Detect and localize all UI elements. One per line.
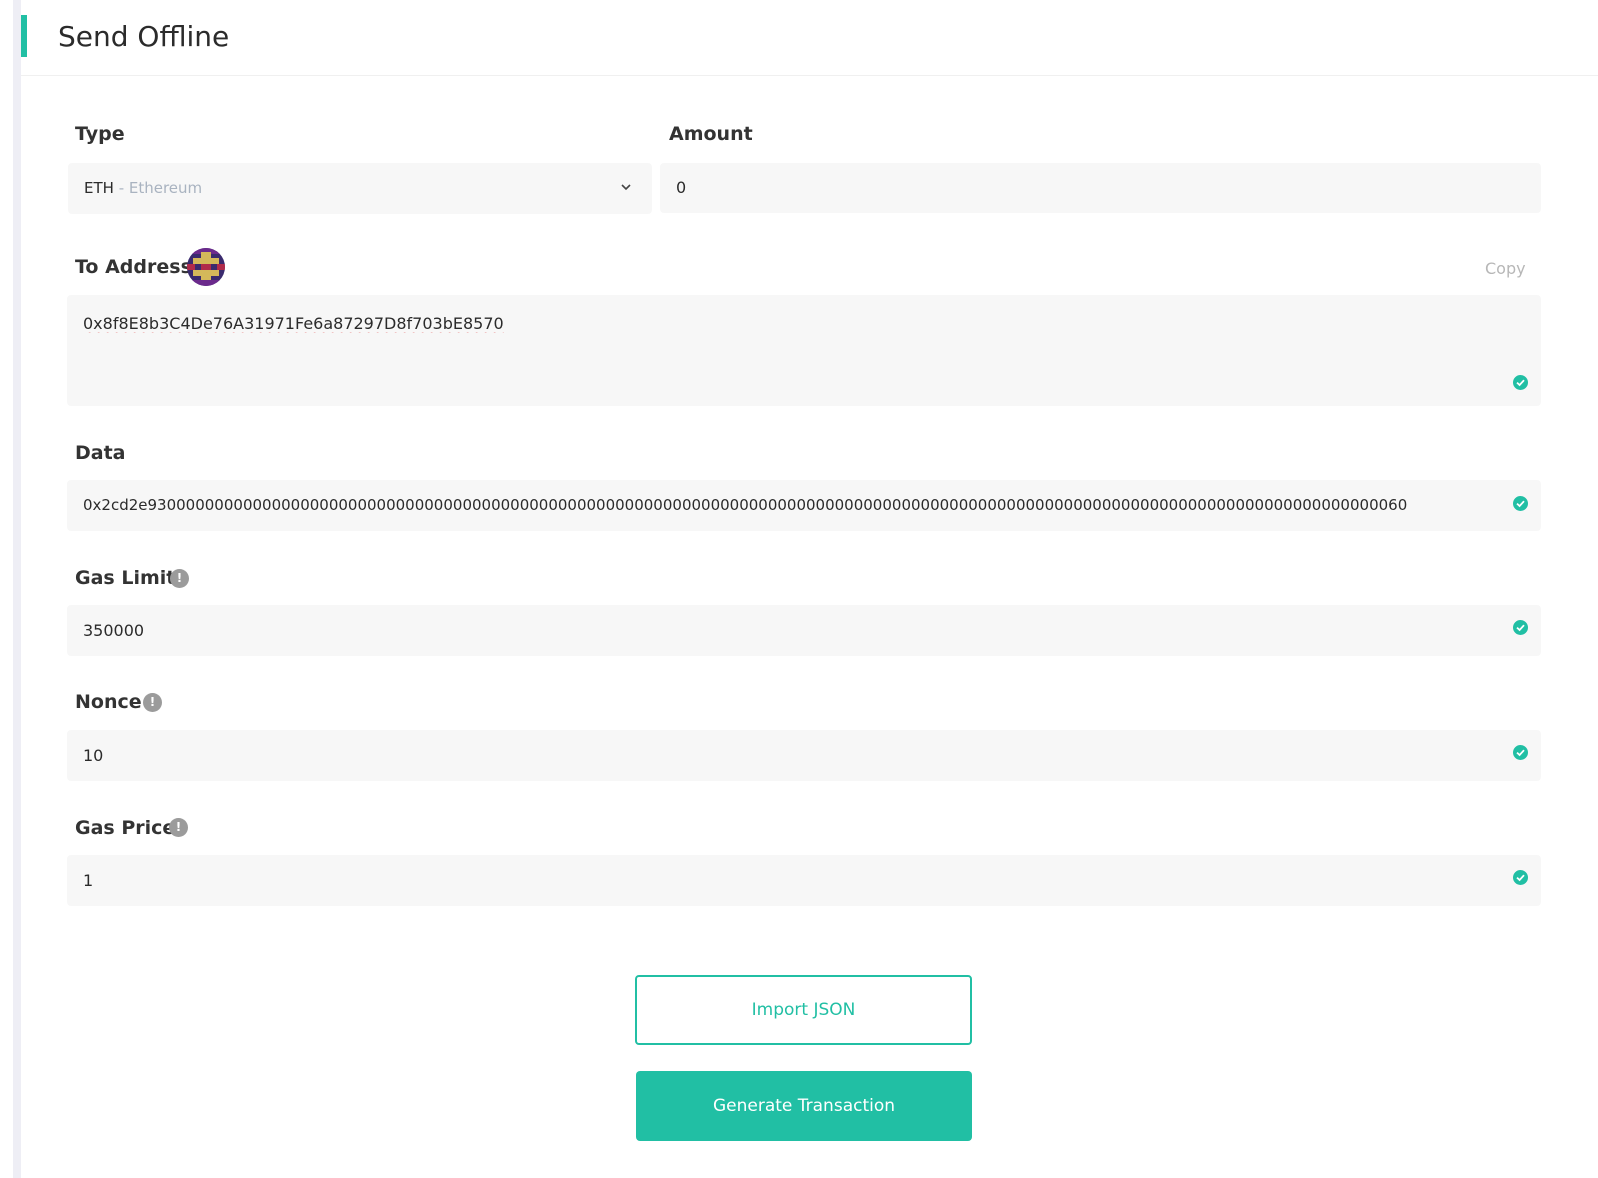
gas-limit-value: 350000 — [83, 621, 145, 640]
check-circle-icon — [1513, 375, 1528, 390]
page-header: Send Offline — [21, 0, 1598, 76]
nonce-label: Nonce — [75, 691, 142, 713]
info-icon[interactable]: ! — [169, 818, 188, 837]
check-circle-icon — [1513, 620, 1528, 635]
header-accent-bar — [21, 15, 27, 57]
info-icon[interactable]: ! — [143, 693, 162, 712]
gas-price-label: Gas Price — [75, 817, 176, 839]
gas-limit-label: Gas Limit — [75, 567, 176, 589]
type-symbol: ETH — [84, 179, 114, 197]
send-offline-page: Send Offline Type ETH - Ethereum Amount … — [21, 0, 1598, 1178]
to-address-label: To Address — [75, 256, 192, 278]
gas-price-input[interactable]: 1 — [67, 855, 1541, 906]
check-circle-icon — [1513, 745, 1528, 760]
nonce-value: 10 — [83, 746, 104, 765]
check-circle-icon — [1513, 496, 1528, 511]
to-address-input[interactable]: 0x8f8E8b3C4De76A31971Fe6a87297D8f703bE85… — [67, 295, 1541, 406]
data-label: Data — [75, 442, 126, 464]
type-select[interactable]: ETH - Ethereum — [68, 163, 652, 214]
import-json-button[interactable]: Import JSON — [635, 975, 972, 1045]
generate-transaction-button[interactable]: Generate Transaction — [636, 1071, 972, 1141]
chevron-down-icon — [621, 184, 631, 191]
check-circle-icon — [1513, 870, 1528, 885]
amount-label: Amount — [669, 123, 753, 145]
left-rail — [0, 0, 21, 1178]
address-identicon — [187, 248, 225, 286]
to-address-value: 0x8f8E8b3C4De76A31971Fe6a87297D8f703bE85… — [83, 314, 504, 333]
amount-input[interactable]: 0 — [660, 163, 1541, 213]
amount-value: 0 — [676, 178, 687, 197]
gas-limit-input[interactable]: 350000 — [67, 605, 1541, 656]
nonce-input[interactable]: 10 — [67, 730, 1541, 781]
copy-address-link[interactable]: Copy — [1485, 259, 1526, 278]
type-label: Type — [75, 123, 125, 145]
data-value: 0x2cd2e930000000000000000000000000000000… — [83, 496, 1408, 514]
page-title: Send Offline — [58, 20, 230, 53]
data-input[interactable]: 0x2cd2e930000000000000000000000000000000… — [67, 480, 1541, 531]
gas-price-value: 1 — [83, 871, 94, 890]
type-name: - Ethereum — [113, 179, 203, 197]
info-icon[interactable]: ! — [170, 569, 189, 588]
